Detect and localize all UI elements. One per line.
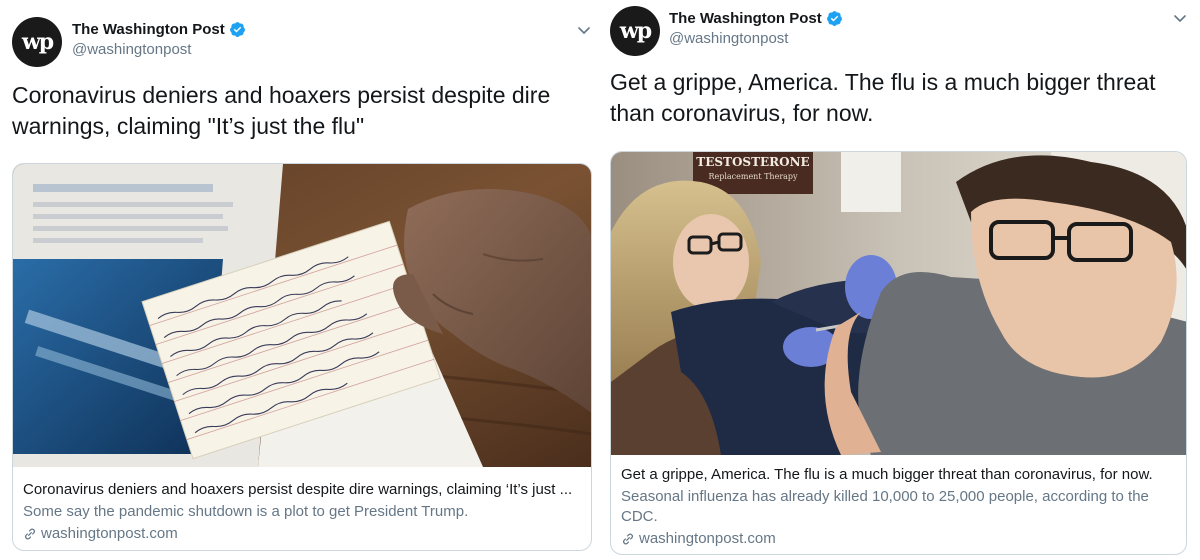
card-title[interactable]: Get a grippe, America. The flu is a much… — [621, 465, 1176, 485]
card-image[interactable] — [13, 164, 591, 467]
card-description: Seasonal influenza has already killed 10… — [621, 488, 1149, 525]
sign-subtitle: Replacement Therapy — [708, 172, 798, 181]
link-icon — [623, 533, 633, 545]
verified-badge-icon — [826, 11, 842, 26]
author-name[interactable]: The Washington Post — [72, 21, 246, 38]
hand-holding-card-image — [13, 164, 591, 467]
sign-title: TESTOSTERONE — [696, 155, 809, 169]
tweet-text: Coronavirus deniers and hoaxers persist … — [12, 82, 551, 139]
card-domain-label[interactable]: washingtonpost.com — [639, 529, 776, 549]
link-card[interactable]: Coronavirus deniers and hoaxers persist … — [12, 163, 592, 551]
card-domain[interactable]: washingtonpost.com — [23, 524, 581, 544]
avatar[interactable]: wp — [610, 6, 660, 56]
author-name-label[interactable]: The Washington Post — [72, 21, 225, 38]
tweet-text: Get a grippe, America. The flu is a much… — [610, 69, 1156, 126]
verified-badge-icon — [229, 22, 245, 37]
author-name-label[interactable]: The Washington Post — [669, 10, 822, 27]
card-description: Some say the pandemic shutdown is a plot… — [23, 503, 469, 520]
card-domain-label[interactable]: washingtonpost.com — [41, 524, 178, 544]
link-icon — [25, 528, 35, 540]
card-body[interactable]: Coronavirus deniers and hoaxers persist … — [13, 480, 591, 544]
author-name[interactable]: The Washington Post — [669, 10, 843, 27]
chevron-down-icon[interactable] — [1172, 10, 1188, 26]
card-domain[interactable]: washingtonpost.com — [621, 529, 1176, 549]
author-handle[interactable]: @washingtonpost — [669, 30, 788, 47]
card-title[interactable]: Coronavirus deniers and hoaxers persist … — [23, 480, 581, 500]
link-card[interactable]: TESTOSTERONE Replacement Therapy Get a g… — [610, 151, 1187, 555]
flu-shot-image: TESTOSTERONE Replacement Therapy — [611, 152, 1186, 455]
card-image[interactable]: TESTOSTERONE Replacement Therapy — [611, 152, 1186, 455]
author-handle[interactable]: @washingtonpost — [72, 41, 191, 58]
tweet-right[interactable]: wp The Washington Post @washingtonpost G… — [600, 0, 1200, 560]
avatar[interactable]: wp — [12, 17, 62, 67]
tweet-left[interactable]: wp The Washington Post @washingtonpost C… — [0, 0, 600, 560]
card-body[interactable]: Get a grippe, America. The flu is a much… — [611, 465, 1186, 549]
chevron-down-icon[interactable] — [576, 22, 592, 38]
